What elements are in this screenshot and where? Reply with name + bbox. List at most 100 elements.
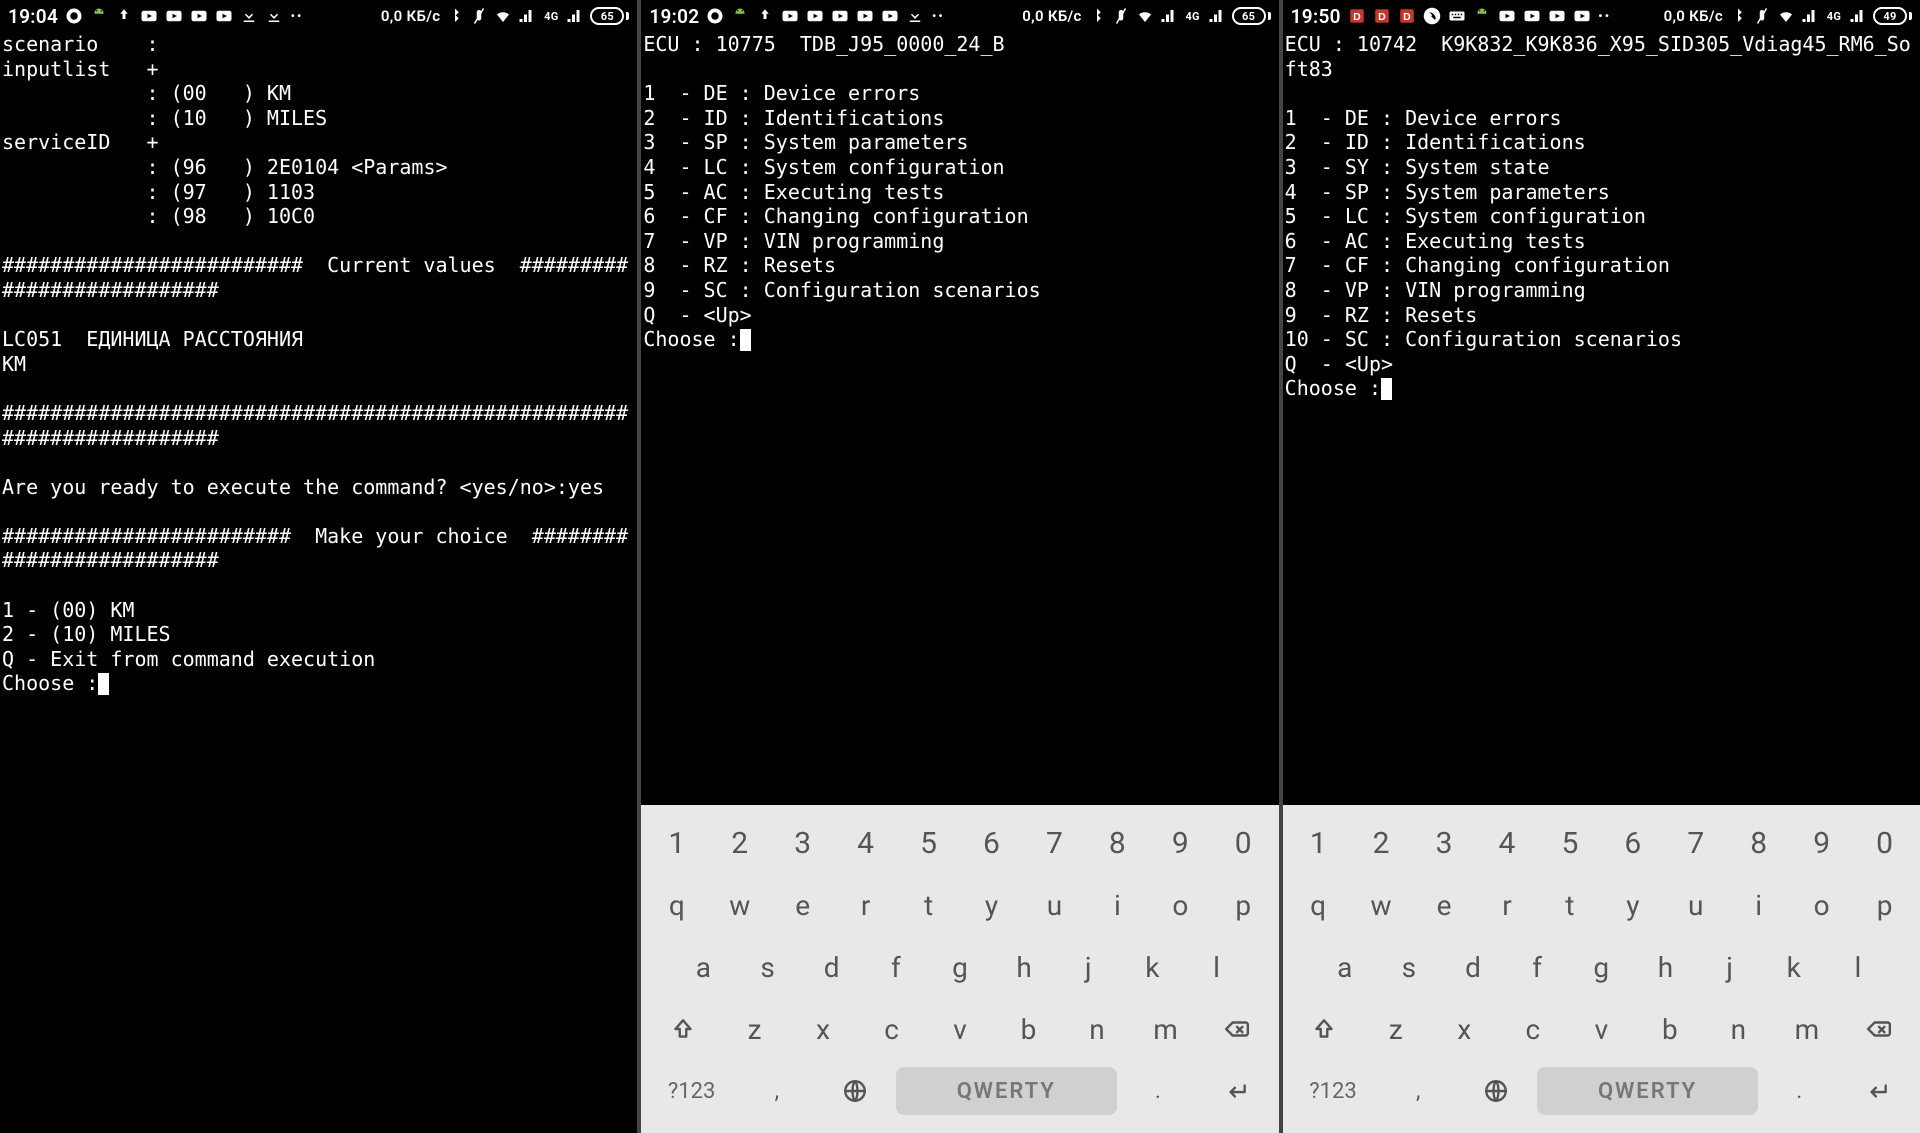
key-0[interactable]: 0: [1855, 817, 1914, 869]
key-j[interactable]: j: [1058, 941, 1118, 993]
key-1[interactable]: 1: [1289, 817, 1348, 869]
key-8[interactable]: 8: [1088, 817, 1147, 869]
key-g[interactable]: g: [930, 941, 990, 993]
key-o[interactable]: o: [1151, 879, 1210, 931]
key-space[interactable]: QWERTY: [1537, 1067, 1758, 1115]
key-space[interactable]: QWERTY: [896, 1067, 1117, 1115]
key-2[interactable]: 2: [710, 817, 769, 869]
key-4[interactable]: 4: [836, 817, 895, 869]
key-h[interactable]: h: [994, 941, 1054, 993]
key-enter[interactable]: [1199, 1065, 1273, 1117]
key-n[interactable]: n: [1065, 1003, 1130, 1055]
key-symbols[interactable]: ?123: [1289, 1065, 1378, 1117]
key-5[interactable]: 5: [899, 817, 958, 869]
key-0[interactable]: 0: [1214, 817, 1273, 869]
key-9[interactable]: 9: [1151, 817, 1210, 869]
term-line-18: ######################## Make your choic…: [2, 524, 635, 573]
key-r[interactable]: r: [1477, 879, 1536, 931]
key-k[interactable]: k: [1764, 941, 1824, 993]
key-n[interactable]: n: [1706, 1003, 1771, 1055]
key-3[interactable]: 3: [773, 817, 832, 869]
key-y[interactable]: y: [962, 879, 1021, 931]
terminal-output[interactable]: scenario :inputlist + : (00 ) KM : (10 )…: [0, 30, 637, 1133]
key-w[interactable]: w: [710, 879, 769, 931]
key-a[interactable]: a: [1315, 941, 1375, 993]
key-l[interactable]: l: [1186, 941, 1246, 993]
key-i[interactable]: i: [1088, 879, 1147, 931]
key-8[interactable]: 8: [1729, 817, 1788, 869]
key-c[interactable]: c: [859, 1003, 924, 1055]
key-b[interactable]: b: [1638, 1003, 1703, 1055]
key-r[interactable]: r: [836, 879, 895, 931]
key-v[interactable]: v: [1569, 1003, 1634, 1055]
key-u[interactable]: u: [1666, 879, 1725, 931]
key-2[interactable]: 2: [1352, 817, 1411, 869]
key-shift[interactable]: [647, 1003, 718, 1055]
status-sig-icon: [1801, 7, 1819, 25]
key-comma[interactable]: ,: [740, 1065, 814, 1117]
notif-icon-D: D: [1373, 7, 1391, 25]
key-q[interactable]: q: [1289, 879, 1348, 931]
key-j[interactable]: j: [1700, 941, 1760, 993]
key-m[interactable]: m: [1775, 1003, 1840, 1055]
key-backspace[interactable]: [1202, 1003, 1273, 1055]
key-e[interactable]: e: [1415, 879, 1474, 931]
key-k[interactable]: k: [1122, 941, 1182, 993]
key-g[interactable]: g: [1571, 941, 1631, 993]
key-shift[interactable]: [1289, 1003, 1360, 1055]
soft-keyboard[interactable]: 1234567890 qwertyuiop asdfghjkl zxcvbnm ?12…: [1283, 805, 1920, 1133]
key-s[interactable]: s: [1379, 941, 1439, 993]
key-6[interactable]: 6: [1603, 817, 1662, 869]
key-language[interactable]: [818, 1065, 892, 1117]
key-p[interactable]: p: [1214, 879, 1273, 931]
key-u[interactable]: u: [1025, 879, 1084, 931]
key-5[interactable]: 5: [1540, 817, 1599, 869]
key-h[interactable]: h: [1635, 941, 1695, 993]
key-3[interactable]: 3: [1415, 817, 1474, 869]
key-i[interactable]: i: [1729, 879, 1788, 931]
key-7[interactable]: 7: [1025, 817, 1084, 869]
key-x[interactable]: x: [791, 1003, 856, 1055]
key-o[interactable]: o: [1792, 879, 1851, 931]
key-d[interactable]: d: [802, 941, 862, 993]
key-p[interactable]: p: [1855, 879, 1914, 931]
svg-text:D: D: [1378, 11, 1386, 23]
key-t[interactable]: t: [1540, 879, 1599, 931]
key-comma[interactable]: ,: [1381, 1065, 1455, 1117]
key-m[interactable]: m: [1133, 1003, 1198, 1055]
key-period[interactable]: .: [1762, 1065, 1836, 1117]
key-e[interactable]: e: [773, 879, 832, 931]
key-language[interactable]: [1459, 1065, 1533, 1117]
key-7[interactable]: 7: [1666, 817, 1725, 869]
terminal-output[interactable]: ECU : 10742 K9K832_K9K836_X95_SID305_Vdi…: [1283, 30, 1920, 805]
key-f[interactable]: f: [866, 941, 926, 993]
key-w[interactable]: w: [1352, 879, 1411, 931]
key-v[interactable]: v: [928, 1003, 993, 1055]
terminal-output[interactable]: ECU : 10775 TDB_J95_0000_24_B 1 - DE : D…: [641, 30, 1278, 805]
key-enter[interactable]: [1840, 1065, 1914, 1117]
key-x[interactable]: x: [1432, 1003, 1497, 1055]
key-f[interactable]: f: [1507, 941, 1567, 993]
key-backspace[interactable]: [1843, 1003, 1914, 1055]
phone-screen-2: 19:02··0,0 КБ/с4G65ECU : 10775 TDB_J95_0…: [641, 0, 1278, 1133]
key-z[interactable]: z: [1364, 1003, 1429, 1055]
key-1[interactable]: 1: [647, 817, 706, 869]
soft-keyboard[interactable]: 1234567890 qwertyuiop asdfghjkl zxcvbnm ?12…: [641, 805, 1278, 1133]
battery-indicator: 49: [1873, 7, 1912, 25]
key-9[interactable]: 9: [1792, 817, 1851, 869]
key-symbols[interactable]: ?123: [647, 1065, 736, 1117]
key-s[interactable]: s: [737, 941, 797, 993]
key-b[interactable]: b: [996, 1003, 1061, 1055]
key-4[interactable]: 4: [1477, 817, 1536, 869]
key-c[interactable]: c: [1501, 1003, 1566, 1055]
key-period[interactable]: .: [1121, 1065, 1195, 1117]
key-a[interactable]: a: [673, 941, 733, 993]
key-l[interactable]: l: [1828, 941, 1888, 993]
key-t[interactable]: t: [899, 879, 958, 931]
notif-icon-D: D: [1348, 7, 1366, 25]
key-6[interactable]: 6: [962, 817, 1021, 869]
key-y[interactable]: y: [1603, 879, 1662, 931]
key-d[interactable]: d: [1443, 941, 1503, 993]
key-z[interactable]: z: [722, 1003, 787, 1055]
key-q[interactable]: q: [647, 879, 706, 931]
